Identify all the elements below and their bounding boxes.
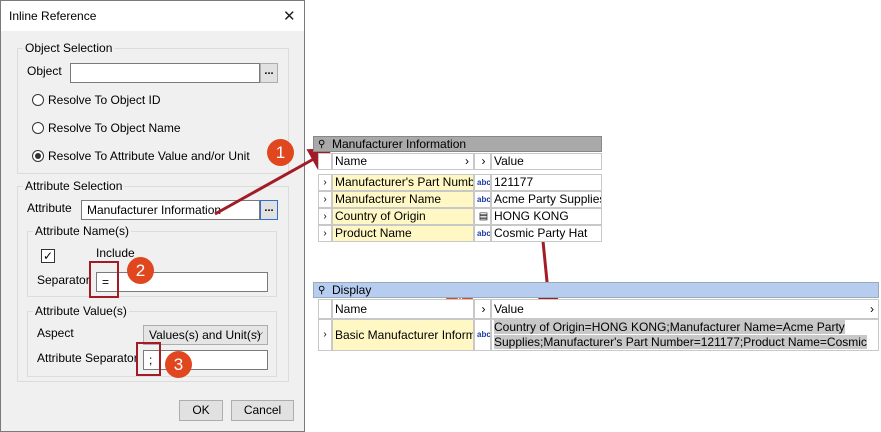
- row-name[interactable]: Manufacturer's Part Number: [332, 174, 474, 191]
- row-expander[interactable]: ›: [318, 225, 332, 242]
- chevron-right-icon: ›: [870, 302, 874, 316]
- col-name-header[interactable]: Name: [332, 299, 474, 319]
- col-value-label: Value: [494, 302, 524, 316]
- grid-rows: › Manufacturer's Part Number abc 121177 …: [313, 170, 603, 242]
- grid-header: ⚲ Display: [313, 282, 879, 298]
- text-type-icon: abc: [474, 174, 491, 191]
- row-value[interactable]: Cosmic Party Hat: [491, 225, 602, 242]
- arrow-1: [214, 148, 334, 216]
- row-name[interactable]: Basic Manufacturer Information: [332, 319, 474, 351]
- row-value[interactable]: Acme Party Supplies: [491, 191, 602, 208]
- row-expander[interactable]: ›: [318, 174, 332, 191]
- row-expander[interactable]: ›: [318, 208, 332, 225]
- header-gutter: [318, 153, 332, 170]
- col-value-header[interactable]: Value: [491, 153, 602, 170]
- value-line-1: Country of Origin=HONG KONG;Manufacturer…: [494, 320, 845, 334]
- row-value[interactable]: 121177: [491, 174, 602, 191]
- col-name-label: Name: [335, 154, 368, 168]
- row-name[interactable]: Manufacturer Name: [332, 191, 474, 208]
- pin-icon[interactable]: ⚲: [318, 283, 325, 298]
- col-sort-header[interactable]: ›: [474, 153, 491, 170]
- text-type-icon: abc: [474, 191, 491, 208]
- col-name-label: Name: [335, 302, 368, 316]
- value-line-2: Supplies;Manufacturer's Part Number=1211…: [494, 335, 867, 350]
- header-gutter: [318, 299, 332, 319]
- pin-icon[interactable]: ⚲: [318, 137, 325, 152]
- col-value-header[interactable]: Value ›: [491, 299, 879, 319]
- text-type-icon: abc: [474, 225, 491, 242]
- grid-title: Display: [332, 283, 372, 297]
- chevron-right-icon: ›: [465, 154, 469, 168]
- grid-header: ⚲ Manufacturer Information: [313, 136, 602, 152]
- row-expander[interactable]: ›: [318, 319, 332, 351]
- row-value[interactable]: HONG KONG: [491, 208, 602, 225]
- manufacturer-grid: ⚲ Manufacturer Information Name › › Valu…: [313, 136, 603, 242]
- grid-title: Manufacturer Information: [332, 137, 467, 151]
- col-sort-header[interactable]: ›: [474, 299, 491, 319]
- list-type-icon: ▤: [474, 208, 491, 225]
- row-expander[interactable]: ›: [318, 191, 332, 208]
- display-grid: ⚲ Display Name › Value › › Basic Manufac…: [313, 282, 879, 352]
- text-type-icon: abc: [474, 319, 491, 351]
- row-value[interactable]: Country of Origin=HONG KONG;Manufacturer…: [491, 319, 879, 351]
- row-name[interactable]: Country of Origin: [332, 208, 474, 225]
- row-name[interactable]: Product Name: [332, 225, 474, 242]
- col-name-header[interactable]: Name ›: [332, 153, 474, 170]
